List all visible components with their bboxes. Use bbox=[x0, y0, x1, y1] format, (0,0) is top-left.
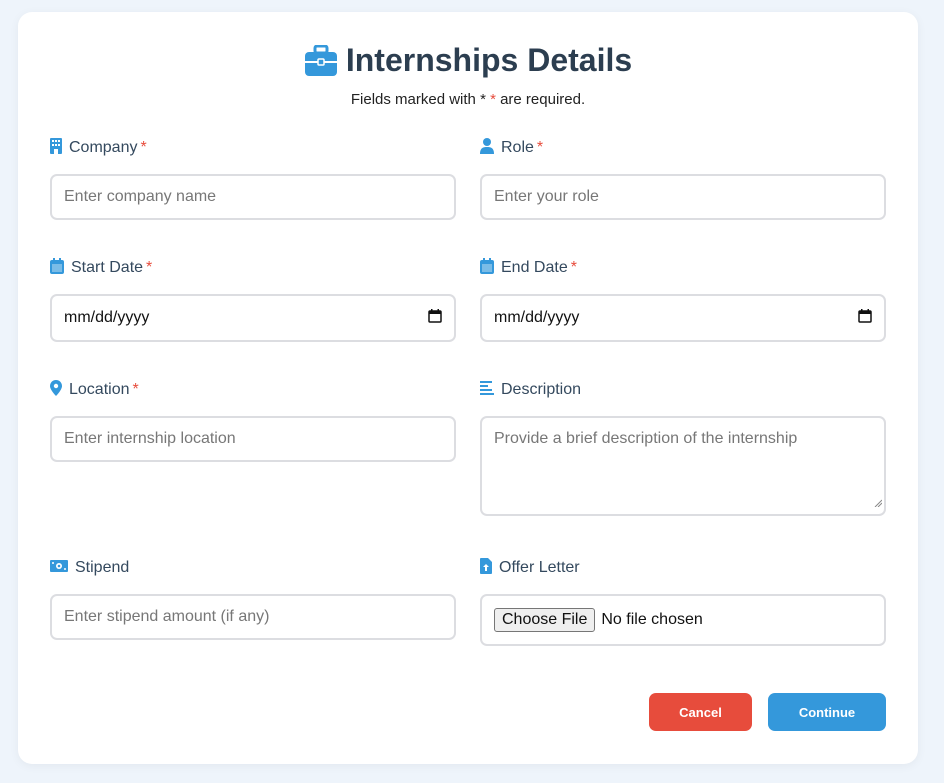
stipend-field-group: Stipend Enter stipend amount (if any) bbox=[50, 558, 456, 640]
start-date-label: Start Date * bbox=[50, 257, 456, 279]
align-left-icon bbox=[480, 380, 494, 400]
description-label: Description bbox=[480, 380, 886, 400]
location-input[interactable]: Enter internship location bbox=[50, 416, 456, 462]
file-status: No file chosen bbox=[601, 611, 703, 628]
choose-file-button[interactable]: Choose File bbox=[494, 608, 596, 632]
form-header: Internships Details Fields marked with *… bbox=[18, 42, 918, 108]
company-label: Company * bbox=[50, 137, 456, 159]
resize-handle-icon[interactable] bbox=[874, 494, 883, 512]
page-title: Internships Details bbox=[345, 42, 633, 78]
role-label: Role * bbox=[480, 137, 886, 159]
calendar-picker-icon[interactable] bbox=[858, 308, 872, 328]
location-label: Location * bbox=[50, 379, 456, 401]
end-date-field-group: End Date * mm/dd/yyyy bbox=[480, 257, 886, 342]
offer-letter-label: Offer Letter bbox=[480, 557, 886, 579]
description-textarea[interactable]: Provide a brief description of the inter… bbox=[480, 416, 886, 516]
continue-button[interactable]: Continue bbox=[768, 693, 886, 731]
form-card: Internships Details Fields marked with *… bbox=[18, 12, 918, 764]
offer-letter-field-group: Offer Letter Choose File No file chosen bbox=[480, 557, 886, 646]
calendar-icon bbox=[50, 257, 64, 279]
stipend-input[interactable]: Enter stipend amount (if any) bbox=[50, 594, 456, 640]
offer-letter-file-input[interactable]: Choose File No file chosen bbox=[480, 594, 886, 646]
description-field-group: Description Provide a brief description … bbox=[480, 380, 886, 516]
money-icon bbox=[50, 559, 68, 578]
start-date-field-group: Start Date * mm/dd/yyyy bbox=[50, 257, 456, 342]
company-input[interactable]: Enter company name bbox=[50, 174, 456, 220]
map-pin-icon bbox=[50, 379, 62, 401]
start-date-input[interactable]: mm/dd/yyyy bbox=[50, 294, 456, 342]
user-icon bbox=[480, 137, 494, 159]
company-field-group: Company * Enter company name bbox=[50, 137, 456, 220]
building-icon bbox=[50, 137, 62, 159]
required-note: Fields marked with * * are required. bbox=[350, 91, 586, 108]
file-upload-icon bbox=[480, 557, 492, 579]
role-field-group: Role * Enter your role bbox=[480, 137, 886, 220]
calendar-icon bbox=[480, 257, 494, 279]
end-date-label: End Date * bbox=[480, 257, 886, 279]
briefcase-icon bbox=[304, 44, 338, 77]
role-input[interactable]: Enter your role bbox=[480, 174, 886, 220]
cancel-button[interactable]: Cancel bbox=[649, 693, 752, 731]
end-date-input[interactable]: mm/dd/yyyy bbox=[480, 294, 886, 342]
calendar-picker-icon[interactable] bbox=[428, 308, 442, 328]
location-field-group: Location * Enter internship location bbox=[50, 379, 456, 462]
stipend-label: Stipend bbox=[50, 558, 456, 578]
